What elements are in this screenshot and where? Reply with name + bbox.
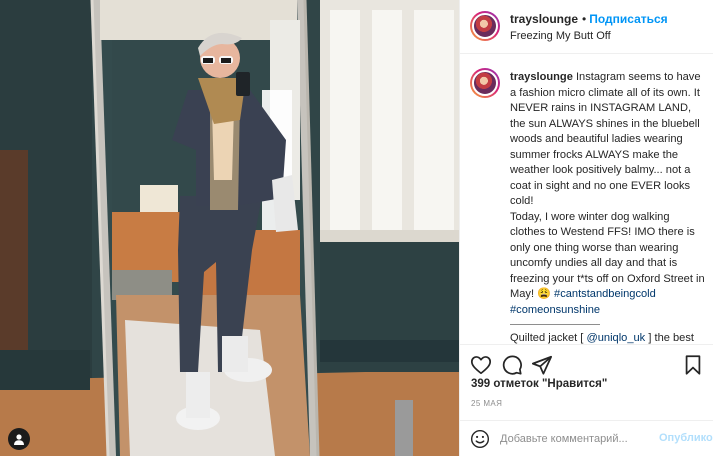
post-header: trayslounge • Подписаться Freezing My Butt… [460, 0, 713, 54]
post-date[interactable]: 25 МАЯ [471, 399, 502, 408]
post-actions-bar [460, 344, 713, 382]
caption-text: trayslounge Instagram seems to have a fa… [510, 70, 706, 344]
like-button[interactable] [470, 354, 492, 376]
caption-username[interactable]: trayslounge [510, 71, 573, 83]
follow-button[interactable]: Подписаться [589, 12, 667, 26]
heart-icon [470, 356, 492, 375]
likes-count[interactable]: 399 отметок "Нравится" [471, 378, 607, 390]
comment-button[interactable] [501, 354, 523, 376]
mirror-selfie-image [0, 0, 459, 456]
post-location[interactable]: Freezing My Butt Off [510, 30, 611, 42]
caption-paragraph-3: Quilted jacket [ [510, 332, 587, 344]
save-button[interactable] [682, 354, 704, 376]
header-separator: • [582, 12, 587, 26]
caption-paragraph-1: Instagram seems to have a fashion micro … [510, 71, 701, 207]
bookmark-icon [685, 355, 701, 375]
author-username[interactable]: trayslounge [510, 12, 578, 26]
paper-plane-icon [531, 355, 553, 375]
emoji-icon [470, 429, 490, 449]
user-tag-icon [14, 434, 24, 445]
tagged-users-button[interactable] [8, 428, 30, 450]
caption-divider [510, 324, 600, 325]
hashtag-link[interactable]: #cantstandbeingcold [554, 288, 656, 300]
hashtag-link[interactable]: #comeonsunshine [510, 304, 600, 316]
post-photo[interactable] [0, 0, 459, 456]
share-button[interactable] [531, 354, 553, 376]
post-caption: trayslounge Instagram seems to have a fa… [460, 54, 713, 344]
author-avatar[interactable] [470, 11, 500, 41]
mention-link[interactable]: @uniqlo_uk [586, 332, 645, 344]
caption-paragraph-2: Today, I wore winter dog walking clothes… [510, 210, 705, 301]
emoji-button[interactable] [470, 429, 490, 449]
comment-form: Опубликовать [460, 420, 713, 456]
comment-icon [502, 355, 522, 375]
caption-author-avatar[interactable] [470, 68, 500, 98]
publish-comment-button[interactable]: Опубликовать [659, 432, 713, 444]
post-side-panel: trayslounge • Подписаться Freezing My Butt… [459, 0, 713, 456]
comment-input[interactable] [500, 430, 650, 448]
